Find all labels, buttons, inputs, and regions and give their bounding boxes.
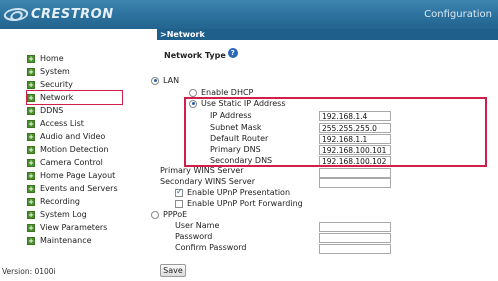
sidebar-item-label: DDNS	[40, 106, 64, 115]
page-title: Configuration	[424, 9, 492, 20]
sidebar-item-audio-and-video[interactable]: + Audio and Video	[27, 130, 155, 143]
enable-dhcp-label: Enable DHCP	[201, 88, 254, 97]
sidebar-item-security[interactable]: + Security	[27, 78, 155, 91]
sidebar-item-label: Home	[40, 54, 64, 63]
static-ip-highlight-box	[184, 97, 487, 167]
sidebar-item-label: System Log	[40, 210, 87, 219]
expand-plus-icon[interactable]: +	[27, 171, 35, 180]
sidebar-item-system[interactable]: + System	[27, 65, 155, 78]
sidebar-item-camera-control[interactable]: + Camera Control	[27, 156, 155, 169]
sidebar-item-home-page-layout[interactable]: + Home Page Layout	[27, 169, 155, 182]
primary-wins-label: Primary WINS Server	[160, 166, 244, 175]
sidebar-item-events-and-servers[interactable]: + Events and Servers	[27, 182, 155, 195]
help-icon[interactable]: ?	[227, 47, 238, 58]
upnp-port-forwarding-checkbox[interactable]	[175, 199, 183, 208]
upnp-presentation-checkbox[interactable]	[175, 187, 183, 197]
sidebar-item-label: Security	[40, 80, 73, 89]
top-header-bar: CRESTRON Configuration	[0, 0, 498, 29]
sidebar-item-system-log[interactable]: + System Log	[27, 208, 155, 221]
sidebar-item-label: Camera Control	[40, 158, 103, 167]
lan-option[interactable]: LAN	[151, 76, 179, 85]
sidebar-item-label: Recording	[40, 197, 81, 206]
expand-plus-icon[interactable]: +	[27, 184, 35, 193]
sidebar-item-label: Access List	[40, 119, 84, 128]
confirm-password-input[interactable]	[319, 244, 391, 254]
sidebar-item-maintenance[interactable]: + Maintenance	[27, 234, 155, 247]
password-label: Password	[175, 232, 213, 241]
firmware-version: Version: 0100i	[2, 267, 56, 276]
sidebar-item-access-list[interactable]: + Access List	[27, 117, 155, 130]
enable-dhcp-radio[interactable]	[189, 88, 197, 97]
expand-plus-icon[interactable]: +	[27, 106, 35, 115]
upnp-port-forwarding-label: Enable UPnP Port Forwarding	[187, 199, 303, 208]
breadcrumb: >Network	[157, 29, 498, 40]
upnp-presentation-option[interactable]: Enable UPnP Presentation	[175, 187, 291, 197]
sidebar-item-home[interactable]: + Home	[27, 52, 155, 65]
brand-name: CRESTRON	[31, 6, 114, 22]
sidebar-nav: + Home + System + Security + Network + DDNS +…	[26, 52, 155, 247]
expand-plus-icon[interactable]: +	[27, 223, 35, 232]
expand-plus-icon[interactable]: +	[27, 132, 35, 141]
password-input[interactable]	[319, 233, 391, 243]
primary-wins-input[interactable]	[319, 168, 391, 178]
sidebar-item-label: Network	[40, 93, 74, 102]
network-type-label: Network Type	[164, 51, 226, 60]
expand-plus-icon[interactable]: +	[27, 80, 35, 89]
expand-plus-icon[interactable]: +	[27, 67, 35, 76]
crestron-logo: CRESTRON	[1, 5, 114, 23]
sidebar-item-motion-detection[interactable]: + Motion Detection	[27, 143, 155, 156]
lan-label: LAN	[163, 76, 180, 85]
sidebar-item-label: Audio and Video	[40, 132, 106, 141]
sidebar-item-view-parameters[interactable]: + View Parameters	[27, 221, 155, 234]
expand-plus-icon[interactable]: +	[27, 197, 35, 206]
expand-plus-icon[interactable]: +	[27, 158, 35, 167]
pppoe-label: PPPoE	[163, 210, 188, 219]
user-name-label: User Name	[175, 221, 220, 230]
user-name-input[interactable]	[319, 222, 391, 232]
enable-dhcp-option[interactable]: Enable DHCP	[189, 88, 253, 97]
upnp-port-forwarding-option[interactable]: Enable UPnP Port Forwarding	[175, 199, 303, 208]
sidebar-item-label: Home Page Layout	[40, 171, 116, 180]
pppoe-radio[interactable]	[151, 210, 159, 219]
lan-radio[interactable]	[151, 76, 159, 85]
sidebar-item-label: View Parameters	[40, 223, 108, 232]
sidebar-item-label: System	[40, 67, 70, 76]
expand-plus-icon[interactable]: +	[27, 236, 35, 245]
expand-plus-icon[interactable]: +	[27, 210, 35, 219]
save-button[interactable]: Save	[160, 264, 186, 277]
confirm-password-label: Confirm Password	[175, 243, 247, 252]
sidebar-item-label: Maintenance	[40, 236, 92, 245]
sidebar-item-recording[interactable]: + Recording	[27, 195, 155, 208]
secondary-wins-label: Secondary WINS Server	[160, 177, 256, 186]
expand-plus-icon[interactable]: +	[27, 119, 35, 128]
expand-plus-icon[interactable]: +	[27, 93, 35, 102]
sidebar-item-label: Events and Servers	[40, 184, 118, 193]
sidebar-item-ddns[interactable]: + DDNS	[27, 104, 155, 117]
pppoe-option[interactable]: PPPoE	[151, 210, 187, 219]
network-type-heading: Network Type ?	[164, 47, 238, 60]
sidebar-item-network[interactable]: + Network	[26, 90, 123, 105]
crestron-logo-mark-icon	[1, 7, 31, 21]
secondary-wins-input[interactable]	[319, 178, 391, 188]
sidebar-header-strip	[0, 29, 157, 40]
expand-plus-icon[interactable]: +	[27, 54, 35, 63]
sidebar-item-label: Motion Detection	[40, 145, 109, 154]
expand-plus-icon[interactable]: +	[27, 145, 35, 154]
upnp-presentation-label: Enable UPnP Presentation	[187, 188, 291, 197]
